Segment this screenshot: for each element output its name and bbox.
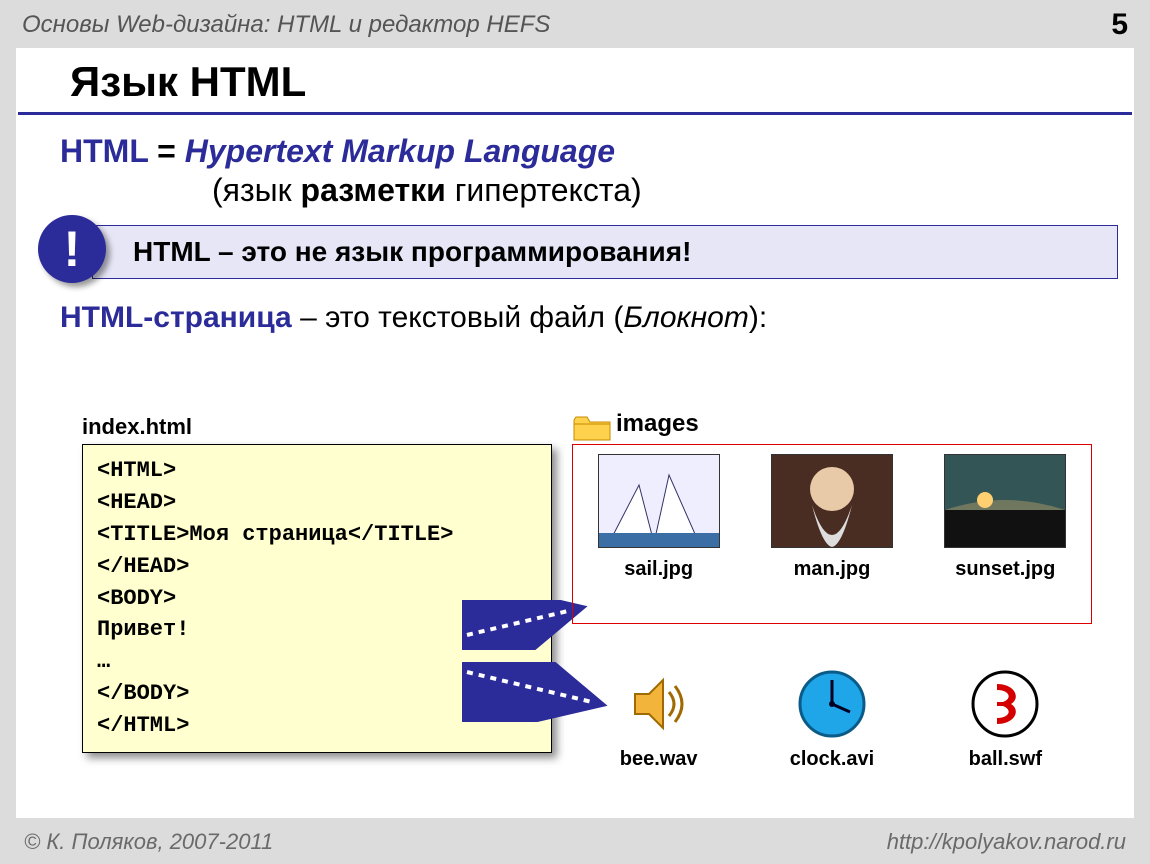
translation-suffix: гипертекста) [446,172,642,208]
audio-icon [623,668,695,740]
content-columns: index.html <HTML> <HEAD> <TITLE>Моя стра… [16,408,1134,818]
clock-icon [796,668,868,740]
translation-prefix: (язык [212,172,301,208]
media-item: bee.wav [589,668,729,771]
definition-eq: = [148,133,184,169]
definition-translation: (язык разметки гипертекста) [16,170,1134,221]
thumbnail-caption: sunset.jpg [935,558,1075,581]
footer-copyright: © К. Поляков, 2007-2011 [24,829,273,855]
page-title: Язык HTML [18,54,1132,115]
media-caption: clock.avi [762,748,902,771]
folder-name: images [616,410,699,438]
sail-image-icon [598,454,720,548]
callout-text: HTML – это не язык программирования! [133,236,691,267]
thumbnail: sunset.jpg [935,454,1075,581]
text-middle: – это текстовый файл ( [292,301,624,334]
media-item: ball.swf [935,668,1075,771]
exclamation-icon: ! [38,215,106,283]
man-image-icon [771,454,893,548]
page-description: HTML-страница – это текстовый файл (Блок… [16,279,1134,335]
thumbnail: man.jpg [762,454,902,581]
thumbnails-row: sail.jpg man.jpg sunset.jpg [572,454,1092,581]
text-italic: Блокнот [623,301,748,334]
translation-bold: разметки [301,172,446,208]
media-caption: bee.wav [589,748,729,771]
callout: HTML – это не язык программирования! ! [32,225,1118,279]
thumbnail: sail.jpg [589,454,729,581]
thumbnail-caption: man.jpg [762,558,902,581]
footer-url: http://kpolyakov.narod.ru [887,829,1126,855]
definition-rhs: Hypertext Markup Language [185,133,615,169]
media-row: bee.wav clock.avi ball.swf [572,668,1092,771]
keyword: HTML-страница [60,301,292,334]
sunset-image-icon [944,454,1066,548]
folder-icon [572,412,612,442]
definition-line: HTML = Hypertext Markup Language [16,115,1134,170]
footer-bar: © К. Поляков, 2007-2011 http://kpolyakov… [16,820,1134,864]
code-filename: index.html [82,414,192,440]
flash-icon [969,668,1041,740]
thumbnail-caption: sail.jpg [589,558,729,581]
breadcrumb: Основы Web-дизайна: HTML и редактор HEFS [22,11,550,39]
slide-body: Язык HTML HTML = Hypertext Markup Langua… [16,48,1134,818]
callout-mark: ! [64,224,81,274]
media-caption: ball.swf [935,748,1075,771]
page-number: 5 [1111,8,1128,42]
media-item: clock.avi [762,668,902,771]
text-end: ): [749,301,767,334]
header-bar: Основы Web-дизайна: HTML и редактор HEFS… [0,0,1150,48]
definition-lhs: HTML [60,133,148,169]
